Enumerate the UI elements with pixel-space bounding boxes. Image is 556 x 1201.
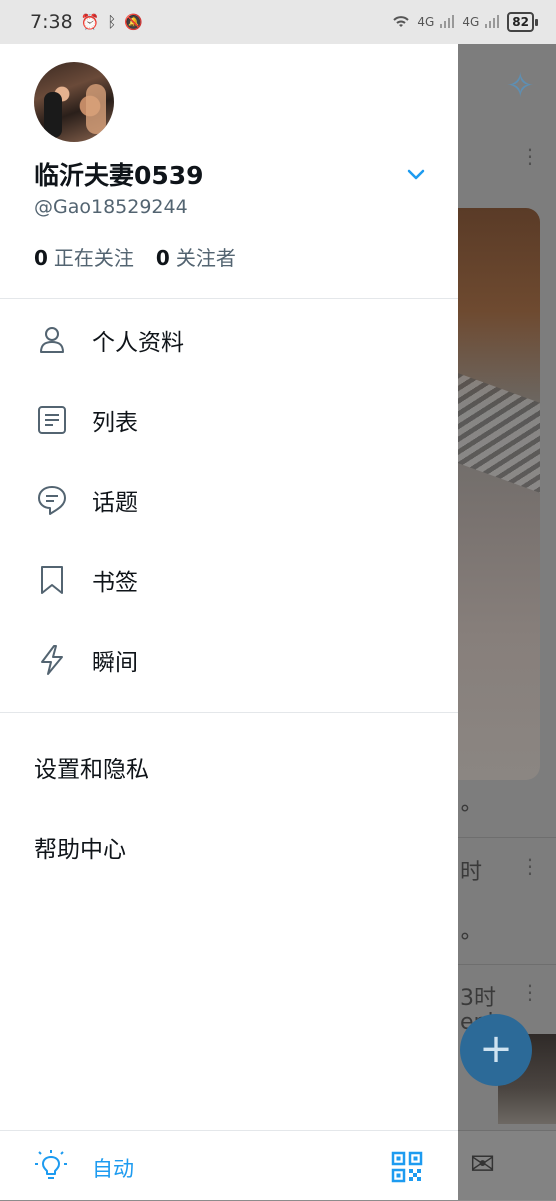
navigation-drawer: 临沂夫妻0539 @Gao18529244 0 正在关注 0 关注者 个人资料 列表 xyxy=(0,44,458,1200)
menu-item-label: 个人资料 xyxy=(92,330,184,356)
signal-icon-2 xyxy=(485,14,501,31)
background-photo xyxy=(458,208,540,780)
help-label: 帮助中心 xyxy=(34,837,126,863)
avatar[interactable] xyxy=(34,62,114,142)
menu-item-label: 瞬间 xyxy=(92,650,138,676)
status-time: 7:38 xyxy=(30,11,73,33)
background-timeline[interactable]: ✧ ⋮ ∘ 时 ⋮ ∘ 3时 ⋮ eni + ✉ xyxy=(458,44,556,1200)
lightbulb-icon[interactable] xyxy=(34,1149,68,1183)
qr-code-icon[interactable] xyxy=(391,1151,423,1183)
settings-and-privacy[interactable]: 设置和隐私 xyxy=(0,732,458,802)
following-link[interactable]: 0 正在关注 xyxy=(34,242,134,271)
menu-item-topics[interactable]: 话题 xyxy=(0,460,458,540)
settings-label: 设置和隐私 xyxy=(34,757,149,783)
status-bar: 7:38 ⏰ ᛒ 🔕 4G 4G 82 xyxy=(0,0,556,44)
bg-snippet-2: 3时 xyxy=(460,986,496,1011)
menu-item-label: 书签 xyxy=(92,570,138,596)
menu-item-lists[interactable]: 列表 xyxy=(0,380,458,460)
signal-icon xyxy=(440,14,456,31)
more-icon: ⋮ xyxy=(520,144,540,168)
compose-button[interactable]: + xyxy=(460,1014,532,1086)
menu-item-profile[interactable]: 个人资料 xyxy=(0,300,458,380)
sparkle-icon: ✧ xyxy=(506,66,535,106)
bluetooth-icon: ᛒ xyxy=(107,13,117,31)
display-mode-label[interactable]: 自动 xyxy=(92,1153,134,1183)
network-type-2: 4G xyxy=(462,15,480,29)
more-icon: ⋮ xyxy=(520,980,540,1004)
drawer-footer: 自动 xyxy=(0,1130,458,1201)
user-handle: @Gao18529244 xyxy=(34,196,188,218)
menu-item-bookmarks[interactable]: 书签 xyxy=(0,540,458,620)
menu-item-label: 话题 xyxy=(92,490,138,516)
mute-icon: 🔕 xyxy=(124,13,144,31)
bottom-nav: ✉ xyxy=(458,1130,556,1200)
battery-indicator: 82 xyxy=(507,12,538,32)
divider xyxy=(0,712,458,713)
topics-icon xyxy=(38,486,66,515)
share-icon: ∘ xyxy=(458,924,472,949)
alarm-icon: ⏰ xyxy=(80,13,100,31)
bg-snippet-1: 时 xyxy=(460,860,483,885)
help-center[interactable]: 帮助中心 xyxy=(0,812,458,882)
menu-item-label: 列表 xyxy=(92,410,138,436)
bookmark-icon xyxy=(41,566,63,594)
followers-label: 关注者 xyxy=(175,246,236,270)
lightning-icon xyxy=(41,645,63,675)
menu-item-moments[interactable]: 瞬间 xyxy=(0,620,458,700)
following-count: 0 xyxy=(34,246,48,270)
list-icon xyxy=(38,406,66,434)
network-type-1: 4G xyxy=(417,15,435,29)
followers-link[interactable]: 0 关注者 xyxy=(156,242,236,271)
share-icon: ∘ xyxy=(458,796,472,821)
mail-icon[interactable]: ✉ xyxy=(470,1147,495,1182)
person-icon xyxy=(40,327,64,353)
chevron-down-icon[interactable] xyxy=(404,162,428,186)
more-icon: ⋮ xyxy=(520,854,540,878)
followers-count: 0 xyxy=(155,246,170,270)
divider xyxy=(0,298,458,299)
wifi-icon xyxy=(391,13,411,32)
follow-stats: 0 正在关注 0 关注者 xyxy=(34,242,236,271)
display-name[interactable]: 临沂夫妻0539 xyxy=(34,156,204,192)
following-label: 正在关注 xyxy=(53,246,134,270)
